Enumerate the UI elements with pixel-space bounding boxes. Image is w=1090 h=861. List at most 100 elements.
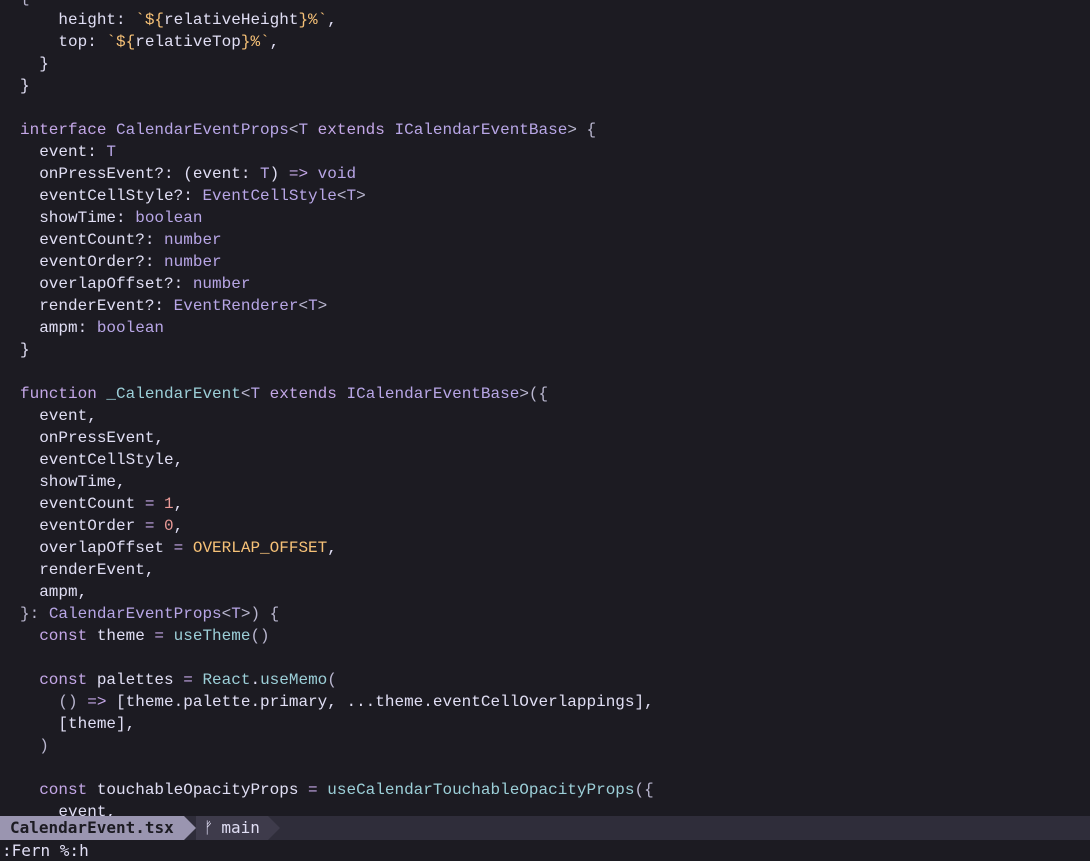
code-token: ICalendarEventBase	[394, 121, 568, 139]
code-token: touchableOpacityProps	[96, 781, 309, 799]
code-token: void	[308, 165, 357, 183]
code-token: 0	[154, 517, 174, 535]
code-line[interactable]: }: CalendarEventProps<T>) {	[0, 603, 654, 625]
code-token: const	[20, 671, 97, 689]
code-line[interactable]: onPressEvent?: (event: T) => void	[0, 163, 654, 185]
code-token: CalendarEventProps	[116, 121, 289, 139]
code-line[interactable]: const touchableOpacityProps = useCalenda…	[0, 779, 654, 801]
code-token: ,	[269, 33, 280, 51]
code-line[interactable]: eventOrder?: number	[0, 251, 654, 273]
code-token: T	[298, 121, 309, 139]
code-token: =	[144, 517, 155, 535]
code-line[interactable]: eventCount?: number	[0, 229, 654, 251]
code-token: }:	[20, 605, 49, 623]
code-token: const	[20, 781, 97, 799]
code-line[interactable]: onPressEvent,	[0, 427, 654, 449]
code-token: >({	[519, 385, 549, 403]
code-line[interactable]: }	[0, 75, 654, 97]
code-line[interactable]: showTime: boolean	[0, 207, 654, 229]
code-token: ()	[250, 627, 270, 645]
code-token: >	[356, 187, 366, 205]
code-token: useTheme	[164, 627, 251, 645]
code-token: T	[346, 187, 357, 205]
code-token: relativeTop	[135, 33, 241, 51]
code-line[interactable]: const theme = useTheme()	[0, 625, 654, 647]
code-token: =	[183, 671, 193, 689]
code-line[interactable]: const palettes = React.useMemo(	[0, 669, 654, 691]
code-line[interactable]: }	[0, 339, 654, 361]
code-token: {	[20, 0, 30, 7]
code-token: overlapOffset	[20, 539, 174, 557]
code-line[interactable]: }	[0, 53, 654, 75]
code-token: ,	[327, 11, 337, 29]
code-line[interactable]: renderEvent,	[0, 559, 654, 581]
code-token: T	[106, 143, 117, 161]
editor-pane[interactable]: { height: `${relativeHeight}%`, top: `${…	[0, 0, 1090, 816]
code-token: number	[192, 275, 251, 293]
code-line[interactable]	[0, 97, 654, 119]
statusline-branch: ᚠ main	[195, 816, 268, 840]
code-line[interactable]: event: T	[0, 141, 654, 163]
code-line[interactable]: function _CalendarEvent<T extends ICalen…	[0, 383, 654, 405]
code-token: <	[221, 605, 232, 623]
code-line[interactable]: event,	[0, 405, 654, 427]
code-token: =>	[288, 165, 309, 183]
code-line[interactable]: renderEvent?: EventRenderer<T>	[0, 295, 654, 317]
code-token: event:	[20, 143, 107, 161]
code-line[interactable]: interface CalendarEventProps<T extends I…	[0, 119, 654, 141]
code-token: height:	[20, 11, 136, 29]
code-token: )	[20, 737, 49, 755]
code-token: eventCount	[20, 495, 145, 513]
code-line[interactable]: eventCellStyle,	[0, 449, 654, 471]
code-line[interactable]	[0, 361, 654, 383]
code-token: number	[164, 231, 222, 249]
code-token: T	[250, 385, 261, 403]
code-line[interactable]: ampm,	[0, 581, 654, 603]
code-line[interactable]: height: `${relativeHeight}%`,	[0, 9, 654, 31]
code-line[interactable]: () => [theme.palette.primary, ...theme.e…	[0, 691, 653, 713]
code-line[interactable]: )	[0, 735, 654, 757]
code-token: renderEvent?:	[20, 297, 174, 315]
code-token: =	[173, 539, 184, 557]
code-line[interactable]	[0, 647, 654, 669]
code-token: (	[327, 671, 337, 689]
code-token: useMemo	[260, 671, 328, 689]
statusline-branch-name: main	[221, 818, 260, 837]
code-token: ()	[20, 693, 88, 711]
code-line[interactable]: eventCount = 1,	[0, 493, 654, 515]
code-token: >) {	[240, 605, 280, 623]
code-buffer[interactable]: { height: `${relativeHeight}%`, top: `${…	[0, 0, 654, 816]
code-token: eventCount?:	[20, 231, 165, 249]
code-token: ampm:	[20, 319, 97, 337]
code-line[interactable]: {	[0, 0, 654, 9]
code-line[interactable]: eventOrder = 0,	[0, 515, 654, 537]
code-line[interactable]: event,	[0, 801, 654, 816]
code-token: renderEvent,	[20, 561, 155, 579]
code-token: }	[20, 77, 30, 95]
code-line[interactable]: [theme],	[0, 713, 654, 735]
code-token: showTime:	[20, 209, 136, 227]
code-line[interactable]: top: `${relativeTop}%`,	[0, 31, 654, 53]
code-token: <	[240, 385, 251, 403]
code-token: interface	[20, 121, 117, 139]
code-line[interactable]: ampm: boolean	[0, 317, 654, 339]
code-token: eventCellStyle?:	[20, 187, 203, 205]
code-line[interactable]: showTime,	[0, 471, 654, 493]
code-token: }	[20, 55, 49, 73]
code-token: ampm,	[20, 583, 88, 601]
code-token: theme	[96, 627, 155, 645]
code-token: ({	[634, 781, 654, 799]
code-token: >	[317, 297, 328, 315]
code-line[interactable]: overlapOffset?: number	[0, 273, 654, 295]
code-token: }%`	[298, 11, 328, 29]
code-line[interactable]	[0, 757, 654, 779]
code-token: onPressEvent,	[20, 429, 165, 447]
code-token: extends	[260, 385, 347, 403]
command-line[interactable]: :Fern %:h	[0, 840, 1090, 861]
code-token: 1	[154, 495, 174, 513]
code-line[interactable]: eventCellStyle?: EventCellStyle<T>	[0, 185, 654, 207]
code-token: }%`	[240, 33, 270, 51]
code-line[interactable]: overlapOffset = OVERLAP_OFFSET,	[0, 537, 654, 559]
code-token: =>	[87, 693, 107, 711]
code-token: number	[164, 253, 222, 271]
